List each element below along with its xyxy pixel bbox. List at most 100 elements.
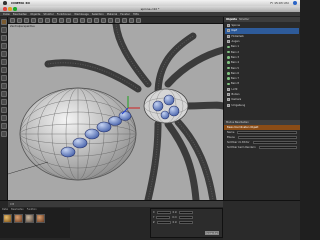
visibility-icon [227, 56, 230, 59]
attribute-row: Sichtbar beim Rendern [224, 145, 300, 150]
menu-item[interactable]: Bearbeiten [13, 13, 27, 16]
lock-icon[interactable] [0, 131, 7, 137]
menu-item[interactable]: Funktionen [57, 13, 71, 16]
left-toolbar [0, 17, 8, 217]
close-icon[interactable] [3, 7, 7, 11]
scene-icon[interactable] [122, 17, 127, 23]
redo-icon[interactable] [0, 27, 7, 33]
sculpt-icon[interactable] [0, 107, 7, 113]
apple-icon[interactable] [3, 1, 7, 5]
menu-item[interactable]: Objekte [30, 13, 40, 16]
material-swatch[interactable] [3, 214, 12, 223]
apply-button[interactable]: Anwenden [205, 231, 219, 235]
point-mode-icon[interactable] [0, 59, 7, 65]
minimize-icon[interactable] [8, 7, 12, 11]
render-settings-icon[interactable] [80, 17, 85, 23]
position-field[interactable] [156, 210, 171, 215]
visibility-icon [227, 72, 230, 75]
position-field[interactable] [156, 215, 171, 220]
camera-icon [227, 98, 230, 102]
top-toolbar [8, 17, 223, 24]
viewport-label: Zentralperspektive [10, 25, 35, 28]
floor-icon [227, 93, 230, 96]
environment-icon [227, 103, 230, 107]
render-view-icon[interactable] [66, 17, 71, 23]
visibility-icon [227, 50, 230, 54]
polygon-object-icon [227, 40, 230, 44]
array-icon[interactable] [108, 17, 113, 23]
tab-objects[interactable]: Objekte [226, 18, 237, 21]
editor-visibility-field[interactable] [252, 140, 297, 145]
camera-icon[interactable] [129, 17, 134, 23]
deformer-icon[interactable] [115, 17, 120, 23]
material-swatch[interactable] [36, 214, 45, 223]
nurbs-icon[interactable] [101, 17, 106, 23]
visibility-icon [227, 77, 230, 80]
list-item[interactable]: Umgebung [225, 102, 299, 107]
light-icon [227, 87, 230, 91]
model-mode-icon[interactable] [0, 35, 7, 41]
menu-item[interactable]: Werkzeuge [74, 13, 88, 16]
right-bottom-panel [223, 201, 300, 240]
visibility-icon [227, 66, 230, 70]
material-swatch[interactable] [25, 214, 34, 223]
material-menu: Datei Bearbeiten Funktion [0, 208, 70, 212]
light-icon[interactable] [136, 17, 141, 23]
workplane-icon[interactable] [0, 123, 7, 129]
axis-mode-icon[interactable] [0, 83, 7, 89]
window-title: spinne.c4d * [140, 7, 160, 11]
polygon-object-icon [227, 34, 230, 38]
snap-icon[interactable] [0, 115, 7, 121]
cube-icon[interactable] [87, 17, 92, 23]
render-visibility-field[interactable] [258, 145, 297, 150]
y-axis-icon[interactable] [45, 17, 50, 23]
menu-item[interactable]: Selektion [92, 13, 104, 16]
animation-mode-icon[interactable] [0, 91, 7, 97]
menu-item[interactable]: Hilfe [133, 13, 139, 16]
menu-item[interactable]: Material [107, 13, 118, 16]
position-field[interactable] [156, 220, 171, 225]
render-picture-icon[interactable] [73, 17, 78, 23]
size-field[interactable] [178, 215, 193, 220]
menu-item[interactable]: Struktur [43, 13, 54, 16]
spline-icon[interactable] [94, 17, 99, 23]
visibility-icon [227, 61, 230, 64]
material-menu-item[interactable]: Bearbeiten [11, 208, 24, 212]
inverse-kinematics-icon[interactable] [0, 99, 7, 105]
tab-structure[interactable]: Struktur [239, 18, 249, 21]
layer-field[interactable] [237, 135, 297, 140]
null-object-icon [227, 24, 230, 28]
zoom-icon[interactable] [13, 7, 17, 11]
rotate-icon[interactable] [31, 17, 36, 23]
z-axis-icon[interactable] [52, 17, 57, 23]
polygon-mode-icon[interactable] [0, 75, 7, 81]
menu-item[interactable]: Datei [3, 13, 10, 16]
timeline[interactable]: 0 B [8, 201, 223, 207]
select-icon[interactable] [10, 17, 15, 23]
material-menu-item[interactable]: Datei [2, 208, 8, 212]
scale-icon[interactable] [24, 17, 29, 23]
material-swatch[interactable] [14, 214, 23, 223]
coordinate-system-icon[interactable] [59, 17, 64, 23]
app-name[interactable]: CINEMA 4D [11, 1, 30, 5]
frame-indicator: 0 B [10, 202, 15, 206]
name-field[interactable] [237, 130, 297, 135]
visibility-icon [227, 45, 230, 49]
spotlight-icon[interactable] [293, 1, 297, 5]
x-axis-icon[interactable] [38, 17, 43, 23]
edge-mode-icon[interactable] [0, 67, 7, 73]
size-field[interactable] [179, 220, 194, 225]
visibility-icon [227, 82, 230, 86]
move-icon[interactable] [17, 17, 22, 23]
coordinate-manager: X 0 m Y 0 m Z 0 m Anwenden [150, 208, 223, 238]
attributes-panel: Modus Bearbeiten Basis Koordinaten Objek… [224, 120, 300, 150]
undo-icon[interactable] [0, 19, 7, 25]
3d-viewport[interactable]: Zentralperspektive [8, 24, 223, 200]
menu-item[interactable]: Fenster [120, 13, 130, 16]
size-field[interactable] [179, 210, 194, 215]
material-menu-item[interactable]: Funktion [27, 208, 37, 212]
material-swatches [0, 214, 70, 223]
polygon-object-icon [227, 29, 230, 33]
object-mode-icon[interactable] [0, 43, 7, 49]
texture-mode-icon[interactable] [0, 51, 7, 57]
